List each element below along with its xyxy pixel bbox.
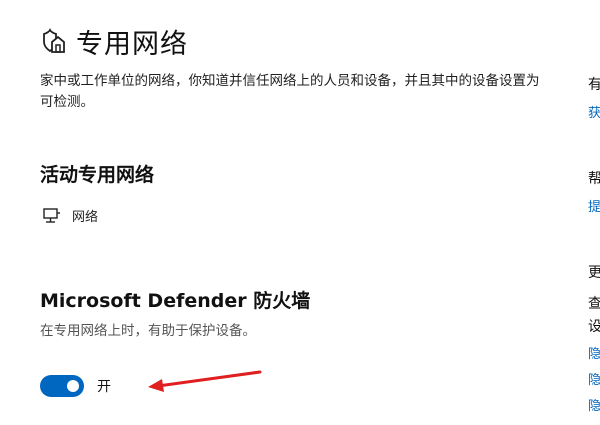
right-fragment-3[interactable]: 提 xyxy=(588,196,600,215)
active-network-section: 活动专用网络 xyxy=(40,160,154,187)
home-shield-icon xyxy=(38,27,68,57)
right-fragment-8[interactable]: 隐 xyxy=(588,369,600,388)
toggle-knob xyxy=(67,380,79,392)
page-title: 专用网络 xyxy=(76,29,188,60)
related-settings-column: 有 获 帮 提 更 查 设 隐 隐 隐 xyxy=(586,0,600,425)
firewall-description: 在专用网络上时，有助于保护设备。 xyxy=(40,323,256,339)
right-fragment-7[interactable]: 隐 xyxy=(588,343,600,362)
network-settings-page: 专用网络 家中或工作单位的网络，你知道并信任网络上的人员和设备，并且其中的设备设… xyxy=(0,0,600,425)
monitor-network-icon xyxy=(42,207,62,225)
active-network-heading: 活动专用网络 xyxy=(40,164,155,186)
firewall-toggle[interactable] xyxy=(40,375,84,397)
network-description: 家中或工作单位的网络，你知道并信任网络上的人员和设备，并且其中的设备设置为可检测… xyxy=(40,73,540,110)
right-fragment-4: 更 xyxy=(588,265,600,281)
firewall-heading: Microsoft Defender 防火墙 xyxy=(40,290,311,312)
right-fragment-0: 有 xyxy=(588,77,600,93)
right-fragment-9[interactable]: 隐 xyxy=(588,395,600,414)
red-arrow-icon xyxy=(148,370,262,392)
right-fragment-6: 设 xyxy=(588,319,600,335)
network-name: 网络 xyxy=(72,210,99,225)
firewall-toggle-label: 开 xyxy=(97,379,111,395)
firewall-toggle-row: 开 xyxy=(40,375,111,397)
right-fragment-5: 查 xyxy=(588,296,600,312)
active-network-item: 网络 xyxy=(42,206,98,225)
right-fragment-2: 帮 xyxy=(588,171,600,187)
title-row: 专用网络 xyxy=(38,22,188,61)
right-fragment-1[interactable]: 获 xyxy=(588,102,600,121)
